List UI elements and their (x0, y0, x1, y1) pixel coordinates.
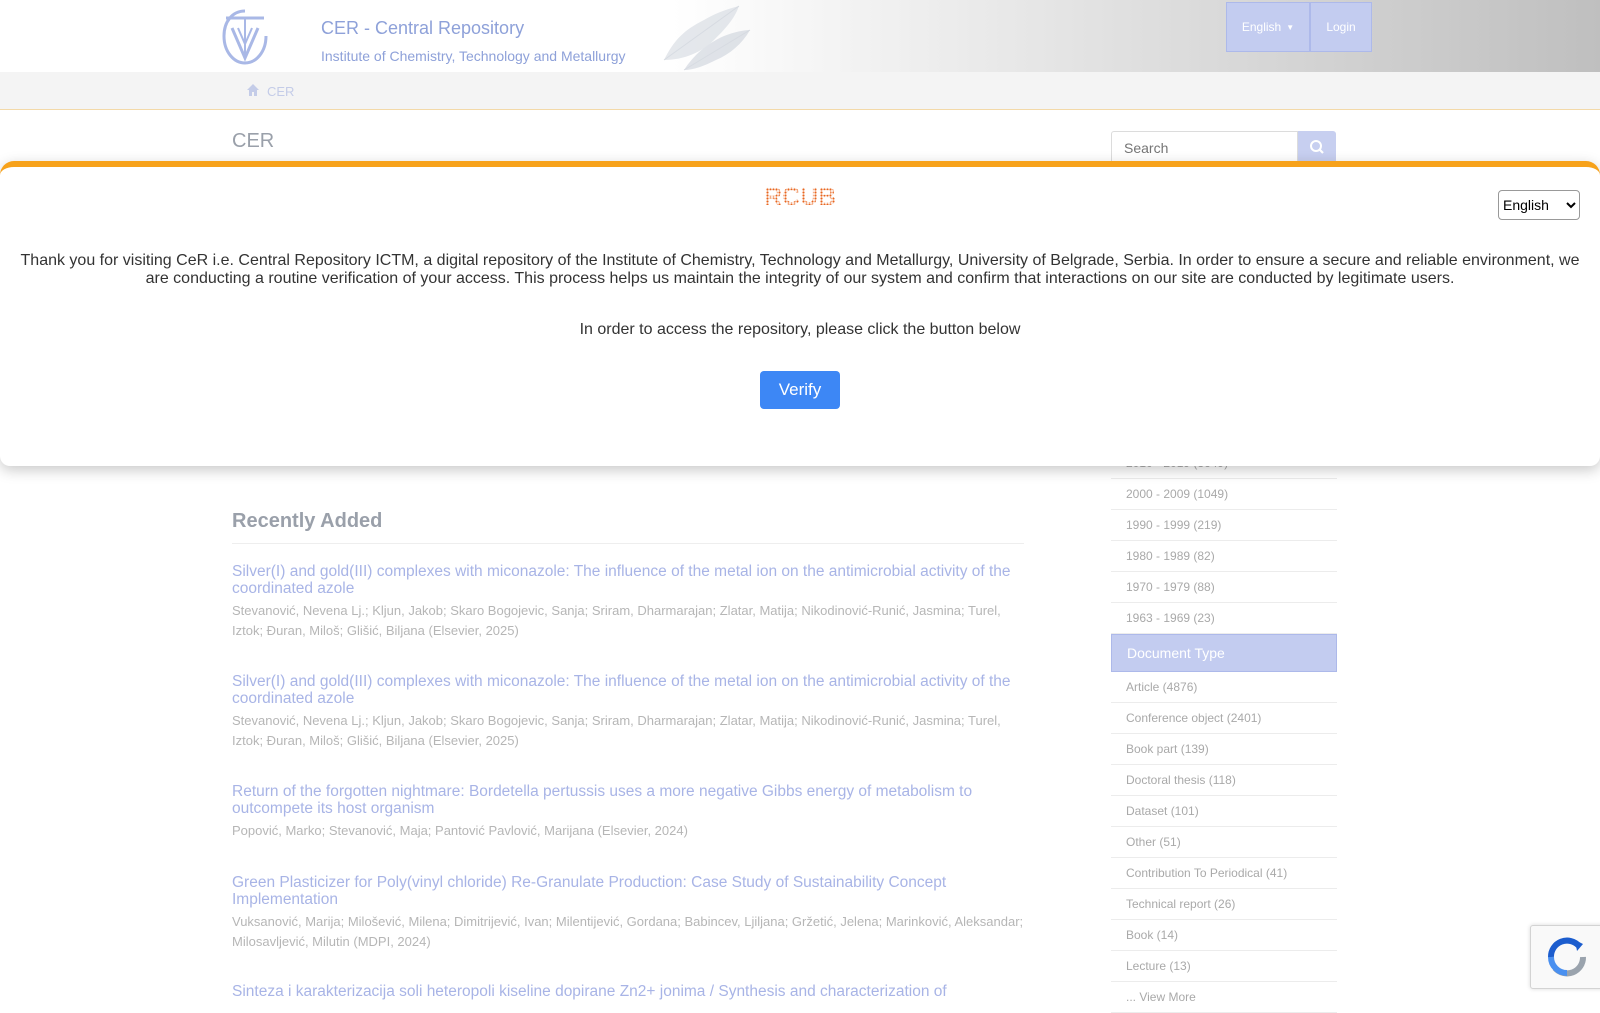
recently-added-heading: Recently Added (232, 510, 383, 532)
sidebar-doc-type-item[interactable]: Doctoral thesis (118) (1111, 765, 1337, 796)
verification-modal: RCUB English Thank you for visiting CeR … (0, 161, 1600, 466)
login-button[interactable]: Login (1310, 2, 1372, 52)
view-more-link[interactable]: ... View More (1111, 982, 1337, 1013)
sidebar-doc-type-item[interactable]: Contribution To Periodical (41) (1111, 858, 1337, 889)
sidebar-doc-type-item[interactable]: Conference object (2401) (1111, 703, 1337, 734)
sidebar-date-item[interactable]: 1970 - 1979 (88) (1111, 572, 1337, 603)
caret-down-icon: ▼ (1286, 22, 1295, 32)
search-icon (1310, 140, 1324, 154)
item-meta: Stevanović, Nevena Lj.; Kljun, Jakob; Sk… (232, 713, 1001, 748)
sidebar: 2010 - 2019 (3649) 2000 - 2009 (1049) 19… (1111, 448, 1337, 1013)
language-dropdown[interactable]: English ▼ (1226, 2, 1310, 52)
sidebar-doc-type-item[interactable]: Dataset (101) (1111, 796, 1337, 827)
sidebar-date-item[interactable]: 1990 - 1999 (219) (1111, 510, 1337, 541)
sidebar-doc-type-item[interactable]: Lecture (13) (1111, 951, 1337, 982)
list-item: Silver(I) and gold(III) complexes with m… (232, 563, 1027, 641)
home-icon[interactable] (246, 83, 260, 97)
list-item: Green Plasticizer for Poly(vinyl chlorid… (232, 874, 1027, 952)
document-type-heading: Document Type (1111, 634, 1337, 672)
rcub-logo: RCUB (764, 185, 836, 209)
repository-subtitle: Institute of Chemistry, Technology and M… (321, 48, 626, 64)
recaptcha-icon (1547, 937, 1587, 977)
item-title-link[interactable]: Sinteza i karakterizacija soli heteropol… (232, 983, 1027, 1000)
svg-text:RCUB: RCUB (764, 185, 836, 209)
item-title-link[interactable]: Return of the forgotten nightmare: Borde… (232, 783, 1027, 817)
page-title: CER (232, 130, 275, 152)
verify-button[interactable]: Verify (760, 371, 840, 409)
top-header: CER - Central Repository Institute of Ch… (0, 0, 1600, 73)
item-title-link[interactable]: Silver(I) and gold(III) complexes with m… (232, 563, 1027, 597)
language-label: English (1241, 20, 1282, 34)
sidebar-date-item[interactable]: 2000 - 2009 (1049) (1111, 479, 1337, 510)
list-item: Return of the forgotten nightmare: Borde… (232, 783, 1027, 841)
verification-message: Thank you for visiting CeR i.e. Central … (20, 252, 1580, 287)
sidebar-doc-type-item[interactable]: Book part (139) (1111, 734, 1337, 765)
item-title-link[interactable]: Green Plasticizer for Poly(vinyl chlorid… (232, 874, 1027, 908)
breadcrumb (0, 72, 1600, 110)
verification-instruction: In order to access the repository, pleas… (579, 321, 1021, 338)
sidebar-doc-type-item[interactable]: Article (4876) (1111, 672, 1337, 703)
sidebar-doc-type-item[interactable]: Book (14) (1111, 920, 1337, 951)
breadcrumb-home-link[interactable]: CER (267, 84, 294, 99)
sidebar-doc-type-item[interactable]: Technical report (26) (1111, 889, 1337, 920)
search-input[interactable] (1111, 131, 1298, 165)
institute-logo[interactable] (220, 8, 270, 66)
item-meta: Popović, Marko; Stevanović, Maja; Pantov… (232, 823, 688, 838)
item-meta: Vuksanović, Marija; Milošević, Milena; D… (232, 914, 1024, 949)
list-item: Silver(I) and gold(III) complexes with m… (232, 673, 1027, 751)
repository-title[interactable]: CER - Central Repository (321, 18, 524, 39)
search-button[interactable] (1298, 131, 1336, 165)
divider (232, 543, 1024, 544)
sidebar-date-item[interactable]: 1980 - 1989 (82) (1111, 541, 1337, 572)
sidebar-doc-type-item[interactable]: Other (51) (1111, 827, 1337, 858)
modal-language-select[interactable]: English (1498, 190, 1580, 220)
item-meta: Stevanović, Nevena Lj.; Kljun, Jakob; Sk… (232, 603, 1001, 638)
item-title-link[interactable]: Silver(I) and gold(III) complexes with m… (232, 673, 1027, 707)
sidebar-date-item[interactable]: 1963 - 1969 (23) (1111, 603, 1337, 634)
recaptcha-badge[interactable] (1530, 925, 1600, 989)
oak-leaves-decoration-icon (663, 5, 751, 71)
list-item: Sinteza i karakterizacija soli heteropol… (232, 983, 1027, 1000)
